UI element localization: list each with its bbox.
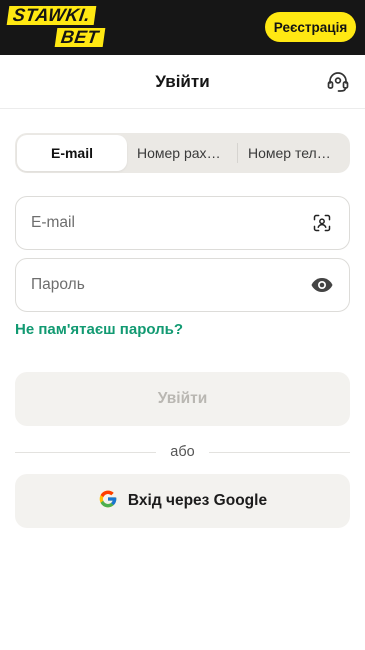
register-button[interactable]: Реєстрація — [265, 12, 356, 42]
top-bar: STAWKI. BET Реєстрація — [0, 0, 365, 55]
divider-line-right — [208, 451, 350, 453]
or-divider: або — [15, 443, 350, 461]
email-field — [15, 196, 350, 250]
face-id-icon[interactable] — [310, 211, 334, 235]
login-method-tabs: E-mail Номер рахунку Номер телефону — [15, 133, 350, 173]
headset-icon[interactable] — [325, 69, 351, 95]
email-input[interactable] — [31, 214, 310, 232]
divider-label: або — [170, 444, 195, 460]
stawki-bet-logo[interactable]: STAWKI. BET — [6, 5, 120, 50]
page-title: Увійти — [155, 71, 210, 91]
tab-phone-number-label: Номер телефону — [248, 145, 338, 161]
tab-account-number[interactable]: Номер рахунку — [127, 135, 237, 171]
eye-icon[interactable] — [310, 273, 334, 297]
logo-line-2: BET — [54, 27, 105, 47]
divider-line-left — [15, 451, 157, 453]
tab-account-number-label: Номер рахунку — [137, 145, 227, 161]
google-icon — [98, 489, 118, 514]
login-button[interactable]: Увійти — [15, 372, 350, 426]
password-input[interactable] — [31, 276, 310, 294]
page-header: Увійти — [0, 55, 365, 109]
logo-line-1: STAWKI. — [6, 5, 97, 25]
forgot-password-link[interactable]: Не пам'ятаєш пароль? — [15, 321, 183, 338]
google-login-label: Вхід через Google — [127, 492, 268, 509]
tab-email[interactable]: E-mail — [17, 135, 127, 171]
google-login-button[interactable]: Вхід через Google — [15, 474, 350, 528]
password-field — [15, 258, 350, 312]
tab-email-label: E-mail — [50, 145, 93, 161]
tab-phone-number[interactable]: Номер телефону — [238, 135, 348, 171]
